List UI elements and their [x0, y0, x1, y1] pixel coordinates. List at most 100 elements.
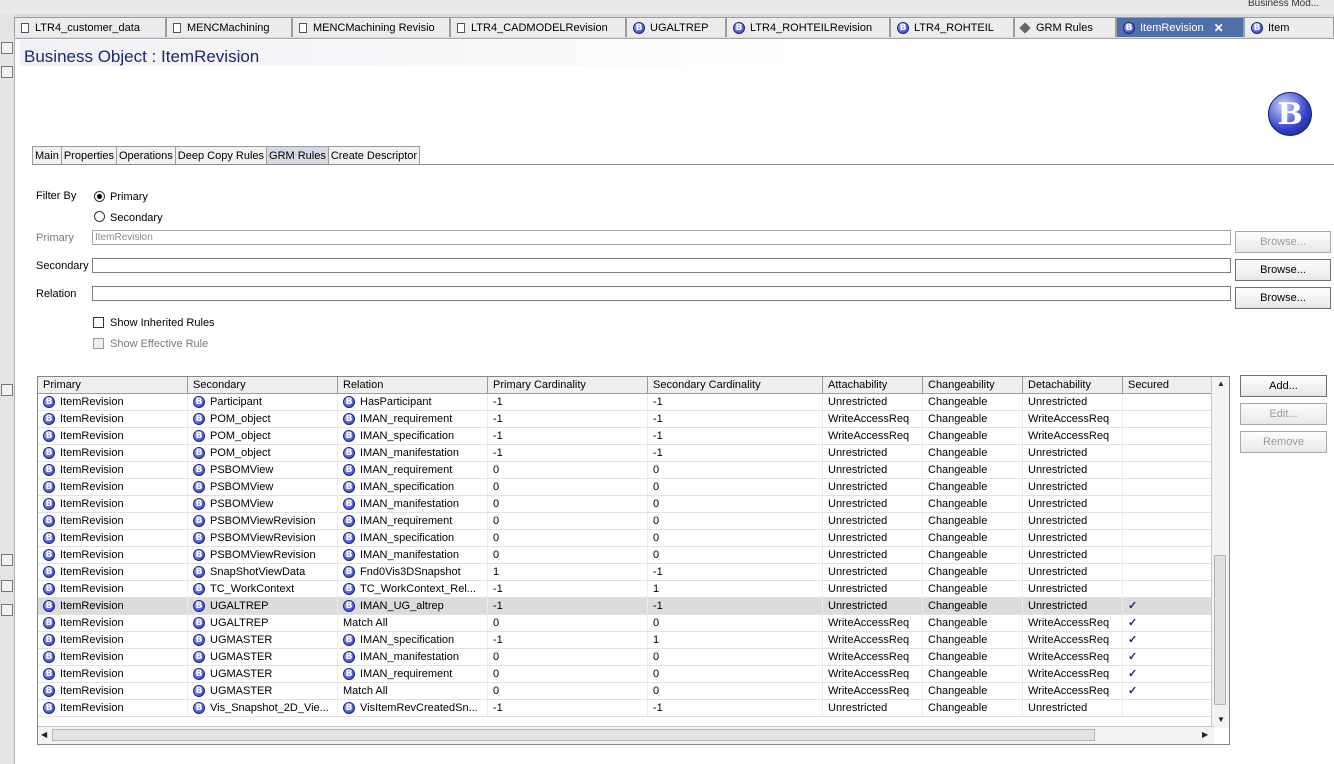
table-cell: -1 [648, 394, 823, 410]
editor-tab[interactable]: LTR4_customer_data [14, 17, 166, 37]
table-cell: B UGALTREP [188, 615, 338, 631]
business-object-icon: B [343, 600, 355, 612]
cell-text: PSBOMView [210, 481, 274, 493]
table-row[interactable]: B ItemRevision B UGALTREP B IMAN_UG_altrep -1 -… [38, 598, 1213, 615]
editor-tab[interactable]: MENCMachining Revisio [292, 17, 450, 37]
relation-browse-button[interactable]: Browse... [1235, 287, 1331, 309]
column-header[interactable]: Primary Cardinality [488, 377, 648, 393]
table-row[interactable]: B ItemRevision B UGMASTER Match All 0 0 WriteAc… [38, 683, 1213, 700]
editor-tab[interactable]: B UGALTREP [626, 17, 726, 37]
cell-text: UGMASTER [210, 668, 273, 680]
relation-field[interactable] [92, 286, 1231, 301]
show-effective-label: Show Effective Rule [110, 338, 209, 350]
column-header[interactable]: Changeability [923, 377, 1023, 393]
editor-tab[interactable]: B Item [1244, 17, 1334, 37]
table-row[interactable]: B ItemRevision B POM_object B IMAN_specificat… [38, 428, 1213, 445]
vertical-scroll-thumb[interactable] [1214, 555, 1226, 705]
column-header[interactable]: Secondary Cardinality [648, 377, 823, 393]
cell-text: Unrestricted [828, 464, 888, 476]
table-row[interactable]: B ItemRevision B PSBOMView B IMAN_specificati… [38, 479, 1213, 496]
cell-text: ItemRevision [60, 430, 124, 442]
show-effective-checkbox [93, 338, 104, 349]
table-row[interactable]: B ItemRevision B TC_WorkContext B TC_WorkCont… [38, 581, 1213, 598]
cell-text: 0 [653, 498, 660, 510]
editor-tab-label: GRM Rules [1036, 21, 1093, 34]
editor-tab[interactable]: LTR4_CADMODELRevision [450, 17, 626, 37]
table-cell: 0 [648, 496, 823, 512]
subtab-deep-copy-rules[interactable]: Deep Copy Rules [174, 146, 268, 164]
table-cell: 0 [648, 666, 823, 682]
secondary-field[interactable] [92, 258, 1231, 273]
table-row[interactable]: B ItemRevision B UGMASTER B IMAN_specificatio… [38, 632, 1213, 649]
horizontal-scrollbar[interactable]: ◀ ▶ [38, 726, 1214, 744]
subtab-properties[interactable]: Properties [60, 146, 117, 164]
column-header[interactable]: Relation [338, 377, 488, 393]
add-rule-button[interactable]: Add... [1240, 375, 1327, 397]
radio-secondary[interactable] [94, 211, 105, 222]
gutter-button[interactable] [1, 384, 13, 396]
cell-text: ItemRevision [60, 498, 124, 510]
editor-tab[interactable]: B ItemRevision ✕ [1116, 17, 1244, 37]
table-row[interactable]: B ItemRevision B PSBOMView B IMAN_manifestati… [38, 496, 1213, 513]
table-row[interactable]: B ItemRevision B PSBOMView B IMAN_requirement… [38, 462, 1213, 479]
cell-text: 0 [653, 549, 660, 561]
editor-tab[interactable]: B LTR4_ROHTEILRevision [726, 17, 890, 37]
cell-text: ItemRevision [60, 464, 124, 476]
table-cell: Changeable [923, 598, 1023, 614]
table-row[interactable]: B ItemRevision B UGALTREP Match All 0 0 WriteAc… [38, 615, 1213, 632]
cell-text: Unrestricted [1028, 498, 1088, 510]
column-header[interactable]: Secondary [188, 377, 338, 393]
gutter-button[interactable] [1, 604, 13, 616]
gutter-button[interactable] [1, 554, 13, 566]
scroll-right-icon[interactable]: ▶ [1202, 730, 1208, 739]
subtab-create-descriptor[interactable]: Create Descriptor [327, 146, 421, 164]
business-object-icon: B [193, 668, 205, 680]
column-header[interactable]: Primary [38, 377, 188, 393]
close-tab-icon[interactable]: ✕ [1214, 21, 1224, 35]
editor-tab[interactable]: B LTR4_ROHTEIL [890, 17, 1014, 37]
table-row[interactable]: B ItemRevision B POM_object B IMAN_manifestat… [38, 445, 1213, 462]
radio-primary[interactable] [94, 191, 105, 202]
table-cell: Match All [338, 683, 488, 699]
table-row[interactable]: B ItemRevision B PSBOMViewRevision B IMAN_req… [38, 513, 1213, 530]
cell-text: ItemRevision [60, 396, 124, 408]
table-row[interactable]: B ItemRevision B POM_object B IMAN_requiremen… [38, 411, 1213, 428]
cell-text: IMAN_specification [360, 634, 455, 646]
scroll-up-icon[interactable]: ▲ [1217, 379, 1225, 388]
table-cell: ✓ [1123, 598, 1213, 614]
column-header[interactable]: Attachability [823, 377, 923, 393]
editor-tab[interactable]: MENCMachining [166, 17, 292, 37]
column-header[interactable]: Secured [1123, 377, 1213, 393]
horizontal-scroll-thumb[interactable] [52, 729, 1095, 741]
table-cell: Changeable [923, 496, 1023, 512]
table-row[interactable]: B ItemRevision B UGMASTER B IMAN_requirement 0… [38, 666, 1213, 683]
secondary-browse-button[interactable]: Browse... [1235, 259, 1331, 281]
business-object-icon: B [43, 600, 55, 612]
cell-text: Changeable [928, 685, 988, 697]
table-row[interactable]: B ItemRevision B Participant B HasParticipant… [38, 394, 1213, 411]
table-cell: B PSBOMViewRevision [188, 530, 338, 546]
table-row[interactable]: B ItemRevision B UGMASTER B IMAN_manifestatio… [38, 649, 1213, 666]
table-row[interactable]: B ItemRevision B Vis_Snapshot_2D_Vie... B Vis… [38, 700, 1213, 717]
gutter-button[interactable] [1, 580, 13, 592]
vertical-scrollbar[interactable]: ▲ ▼ [1211, 377, 1229, 728]
editor-tab[interactable]: GRM Rules [1014, 17, 1116, 37]
cell-text: 0 [493, 668, 500, 680]
table-row[interactable]: B ItemRevision B SnapShotViewData B Fnd0Vis3D… [38, 564, 1213, 581]
column-header[interactable]: Detachability [1023, 377, 1123, 393]
subtab-operations[interactable]: Operations [115, 146, 176, 164]
gutter-button[interactable] [1, 42, 13, 54]
table-cell: 0 [648, 479, 823, 495]
table-row[interactable]: B ItemRevision B PSBOMViewRevision B IMAN_man… [38, 547, 1213, 564]
scroll-down-icon[interactable]: ▼ [1217, 715, 1225, 724]
subtab-grm-rules[interactable]: GRM Rules [266, 146, 329, 164]
subtab-main[interactable]: Main [32, 146, 62, 164]
show-inherited-checkbox[interactable] [93, 317, 104, 328]
table-row[interactable]: B ItemRevision B PSBOMViewRevision B IMAN_spe… [38, 530, 1213, 547]
left-gutter [0, 14, 15, 764]
cell-text: -1 [493, 396, 503, 408]
table-cell: B PSBOMViewRevision [188, 547, 338, 563]
scroll-left-icon[interactable]: ◀ [41, 730, 47, 739]
business-object-icon: B [43, 566, 55, 578]
gutter-button[interactable] [1, 66, 13, 78]
